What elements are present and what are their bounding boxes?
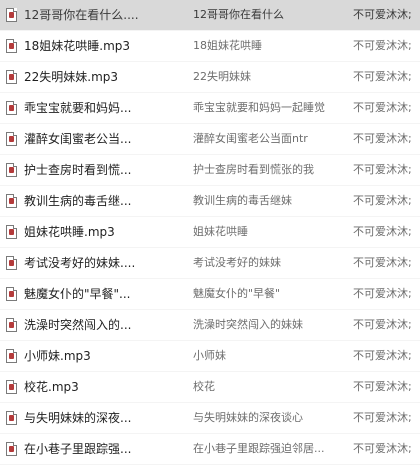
- file-title: 教训生病的毒舌继妹: [193, 194, 292, 207]
- file-row[interactable]: 小师妹.mp3 小师妹 不可爱沐沐;: [0, 341, 420, 372]
- audio-file-glyph: [9, 198, 14, 204]
- file-title: 姐妹花哄睡: [193, 225, 248, 238]
- file-row[interactable]: 18姐妹花哄睡.mp3 18姐妹花哄睡 不可爱沐沐;: [0, 31, 420, 62]
- audio-file-glyph: [9, 74, 14, 80]
- file-row[interactable]: 考试没考好的妹妹.... 考试没考好的妹妹 不可爱沐沐;: [0, 248, 420, 279]
- file-artist: 不可爱沐沐;: [353, 101, 412, 114]
- file-name: 22失明妹妹.mp3: [24, 70, 119, 84]
- file-name: 在小巷子里跟踪强...: [24, 442, 132, 456]
- audio-file-glyph: [9, 260, 14, 266]
- file-title: 与失明妹妹的深夜谈心: [193, 411, 303, 424]
- audio-file-icon: [6, 101, 17, 115]
- audio-file-icon: [6, 287, 17, 301]
- file-name: 与失明妹妹的深夜...: [24, 411, 132, 425]
- file-name: 姐妹花哄睡.mp3: [24, 225, 115, 239]
- audio-file-glyph: [9, 322, 14, 328]
- audio-file-glyph: [9, 229, 14, 235]
- audio-file-glyph: [9, 105, 14, 111]
- audio-file-icon: [6, 256, 17, 270]
- file-artist: 不可爱沐沐;: [353, 70, 412, 83]
- audio-file-glyph: [9, 415, 14, 421]
- file-row[interactable]: 护士查房时看到慌... 护士查房时看到慌张的我 不可爱沐沐;: [0, 155, 420, 186]
- audio-file-glyph: [9, 384, 14, 390]
- audio-file-icon: [6, 8, 17, 22]
- audio-file-icon: [6, 442, 17, 456]
- file-name: 洗澡时突然闯入的...: [24, 318, 132, 332]
- file-name: 乖宝宝就要和妈妈...: [24, 101, 132, 115]
- file-artist: 不可爱沐沐;: [353, 225, 412, 238]
- file-title: 洗澡时突然闯入的妹妹: [193, 318, 303, 331]
- audio-file-glyph: [9, 446, 14, 452]
- audio-file-icon: [6, 163, 17, 177]
- file-row[interactable]: 校花.mp3 校花 不可爱沐沐;: [0, 372, 420, 403]
- file-artist: 不可爱沐沐;: [353, 39, 412, 52]
- file-artist: 不可爱沐沐;: [353, 194, 412, 207]
- audio-file-glyph: [9, 353, 14, 359]
- file-row[interactable]: 魅魔女仆的"早餐"... 魅魔女仆的"早餐" 不可爱沐沐;: [0, 279, 420, 310]
- file-name: 灌醉女闺蜜老公当...: [24, 132, 132, 146]
- file-artist: 不可爱沐沐;: [353, 256, 412, 269]
- file-artist: 不可爱沐沐;: [353, 132, 412, 145]
- file-row[interactable]: 12哥哥你在看什么.... 12哥哥你在看什么 不可爱沐沐;: [0, 0, 420, 31]
- file-title: 12哥哥你在看什么: [193, 8, 284, 21]
- file-row[interactable]: 与失明妹妹的深夜... 与失明妹妹的深夜谈心 不可爱沐沐;: [0, 403, 420, 434]
- file-name: 护士查房时看到慌...: [24, 163, 132, 177]
- audio-file-icon: [6, 318, 17, 332]
- file-artist: 不可爱沐沐;: [353, 8, 412, 21]
- file-name: 魅魔女仆的"早餐"...: [24, 287, 131, 301]
- file-title: 乖宝宝就要和妈妈一起睡觉: [193, 101, 325, 114]
- audio-file-icon: [6, 225, 17, 239]
- file-title: 校花: [193, 380, 215, 393]
- audio-file-icon: [6, 349, 17, 363]
- file-title: 小师妹: [193, 349, 226, 362]
- audio-file-glyph: [9, 167, 14, 173]
- file-artist: 不可爱沐沐;: [353, 380, 412, 393]
- file-name: 12哥哥你在看什么....: [24, 8, 139, 22]
- file-row[interactable]: 姐妹花哄睡.mp3 姐妹花哄睡 不可爱沐沐;: [0, 217, 420, 248]
- audio-file-icon: [6, 380, 17, 394]
- audio-file-glyph: [9, 12, 14, 18]
- file-name: 小师妹.mp3: [24, 349, 91, 363]
- file-list: 12哥哥你在看什么.... 12哥哥你在看什么 不可爱沐沐; 18姐妹花哄睡.mp3 1…: [0, 0, 420, 470]
- file-row[interactable]: 乖宝宝就要和妈妈... 乖宝宝就要和妈妈一起睡觉 不可爱沐沐;: [0, 93, 420, 124]
- file-row[interactable]: 22失明妹妹.mp3 22失明妹妹 不可爱沐沐;: [0, 62, 420, 93]
- file-artist: 不可爱沐沐;: [353, 287, 412, 300]
- file-name: 教训生病的毒舌继...: [24, 194, 132, 208]
- file-artist: 不可爱沐沐;: [353, 442, 412, 455]
- file-title: 在小巷子里跟踪强迫邻居...: [193, 442, 325, 455]
- file-title: 魅魔女仆的"早餐": [193, 287, 281, 300]
- file-artist: 不可爱沐沐;: [353, 349, 412, 362]
- file-title: 22失明妹妹: [193, 70, 251, 83]
- file-artist: 不可爱沐沐;: [353, 411, 412, 424]
- file-title: 灌醉女闺蜜老公当面ntr: [193, 132, 308, 145]
- audio-file-glyph: [9, 291, 14, 297]
- audio-file-icon: [6, 70, 17, 84]
- audio-file-icon: [6, 194, 17, 208]
- audio-file-glyph: [9, 136, 14, 142]
- file-row[interactable]: 洗澡时突然闯入的... 洗澡时突然闯入的妹妹 不可爱沐沐;: [0, 310, 420, 341]
- file-title: 护士查房时看到慌张的我: [193, 163, 314, 176]
- audio-file-icon: [6, 39, 17, 53]
- file-title: 18姐妹花哄睡: [193, 39, 262, 52]
- file-row[interactable]: 教训生病的毒舌继... 教训生病的毒舌继妹 不可爱沐沐;: [0, 186, 420, 217]
- audio-file-icon: [6, 132, 17, 146]
- file-row[interactable]: 在小巷子里跟踪强... 在小巷子里跟踪强迫邻居... 不可爱沐沐;: [0, 434, 420, 465]
- file-name: 考试没考好的妹妹....: [24, 256, 136, 270]
- audio-file-icon: [6, 411, 17, 425]
- file-artist: 不可爱沐沐;: [353, 163, 412, 176]
- audio-file-glyph: [9, 43, 14, 49]
- file-name: 校花.mp3: [24, 380, 79, 394]
- file-title: 考试没考好的妹妹: [193, 256, 281, 269]
- file-row[interactable]: 灌醉女闺蜜老公当... 灌醉女闺蜜老公当面ntr 不可爱沐沐;: [0, 124, 420, 155]
- file-artist: 不可爱沐沐;: [353, 318, 412, 331]
- file-name: 18姐妹花哄睡.mp3: [24, 39, 131, 53]
